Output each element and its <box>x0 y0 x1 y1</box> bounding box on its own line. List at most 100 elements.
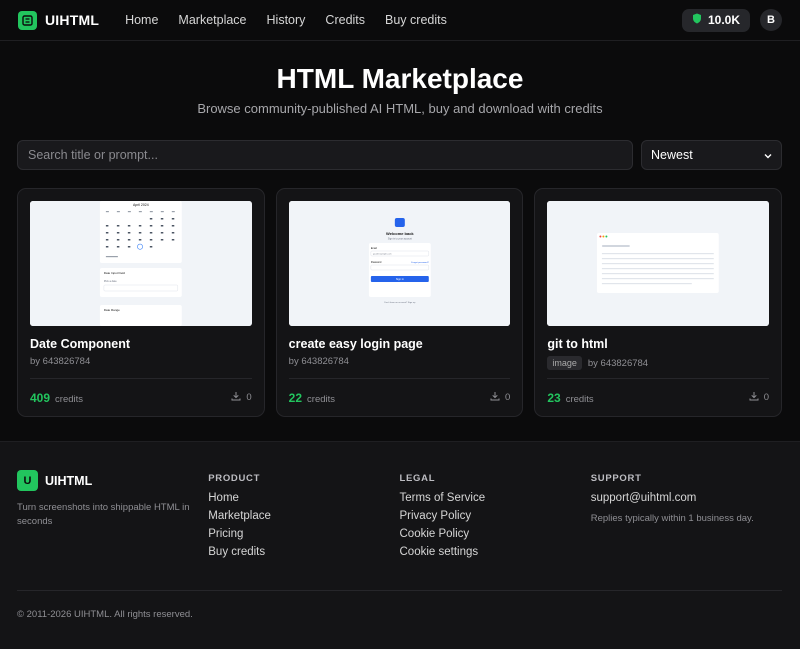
sort-selected: Newest <box>651 148 693 162</box>
marketplace-card[interactable]: Welcome back Sign in to your account Ema… <box>275 188 524 417</box>
logo-icon <box>18 10 37 30</box>
thumb-section2: Date Range <box>104 308 120 312</box>
thumb-email-label: Email <box>371 247 377 250</box>
shield-icon <box>692 13 702 27</box>
thumb-login-heading: Welcome back <box>386 231 414 236</box>
card-title[interactable]: create easy login page <box>289 337 511 351</box>
price-value: 22 <box>288 390 303 405</box>
download-count[interactable]: 0 <box>231 391 252 404</box>
page-subtitle: Browse community-published AI HTML, buy … <box>197 101 603 116</box>
thumb-forgot: Forgot password? <box>411 261 429 264</box>
card-meta: image by 643826784 <box>547 356 769 370</box>
footer-link-cookie-policy[interactable]: Cookie Policy <box>400 528 591 540</box>
card-price: 22 credits <box>289 391 335 405</box>
card-price: 409 credits <box>30 391 83 405</box>
footer-columns: U UIHTML Turn screenshots into shippable… <box>0 442 800 558</box>
footer-copyright: © 2011-2026 UIHTML. All rights reserved. <box>17 590 782 620</box>
sort-select[interactable]: Newest <box>641 140 782 170</box>
nav-link-credits[interactable]: Credits <box>325 13 365 27</box>
brand[interactable]: UIHTML <box>18 10 100 30</box>
footer-support-column: SUPPORT support@uihtml.com Replies typic… <box>591 470 782 558</box>
footer-tagline: Turn screenshots into shippable HTML in … <box>17 502 190 527</box>
thumb-section1-label: Pick a date <box>104 279 117 283</box>
nav-link-history[interactable]: History <box>267 13 306 27</box>
thumb-password-label: Password <box>371 261 382 264</box>
download-number: 0 <box>763 392 770 403</box>
thumb-signin: Sign in <box>396 277 404 281</box>
footer-link-home[interactable]: Home <box>208 492 399 504</box>
marketplace-card[interactable]: git to html image by 643826784 23 credit… <box>534 188 783 417</box>
filter-toolbar: Newest <box>17 140 782 170</box>
svg-text:April 2024: April 2024 <box>133 203 149 207</box>
card-thumbnail <box>547 201 770 326</box>
nav-link-buy-credits[interactable]: Buy credits <box>385 13 447 27</box>
footer-link-pricing[interactable]: Pricing <box>208 528 399 540</box>
footer-heading-support: SUPPORT <box>590 473 642 484</box>
price-value: 23 <box>547 390 561 405</box>
card-thumbnail: Welcome back Sign in to your account Ema… <box>288 201 511 326</box>
footer-heading-legal: LEGAL <box>399 473 436 484</box>
avatar[interactable]: B <box>760 9 782 31</box>
download-icon <box>749 391 759 404</box>
card-footer: 409 credits 0 <box>30 378 252 416</box>
footer-brand-column: U UIHTML Turn screenshots into shippable… <box>17 470 208 558</box>
card-thumbnail: April 2024 Date Input Field Pick a date <box>30 201 252 326</box>
credit-balance[interactable]: 10.0K <box>681 8 750 32</box>
footer-product-links: Home Marketplace Pricing Buy credits <box>208 492 399 558</box>
card-author: by 643826784 <box>587 357 649 369</box>
page-title: HTML Marketplace <box>276 63 524 94</box>
download-count[interactable]: 0 <box>490 391 510 404</box>
nav-link-home[interactable]: Home <box>125 13 158 27</box>
chevron-down-icon <box>764 148 772 162</box>
card-meta: by 643826784 <box>289 356 511 367</box>
thumb-section1: Date Input Field <box>104 271 125 275</box>
site-footer: U UIHTML Turn screenshots into shippable… <box>0 441 800 649</box>
footer-support-note: Replies typically within 1 business day. <box>590 513 754 524</box>
card-footer: 23 credits 0 <box>547 378 770 416</box>
card-price: 23 credits <box>547 391 593 405</box>
marketplace-card[interactable]: April 2024 Date Input Field Pick a date <box>17 188 265 417</box>
card-title[interactable]: git to html <box>547 337 769 351</box>
download-icon <box>231 391 241 404</box>
nav-link-marketplace[interactable]: Marketplace <box>178 13 246 27</box>
credit-amount: 10.0K <box>707 13 740 27</box>
thumb-login-sub: Sign in to your account <box>387 237 411 240</box>
footer-brand[interactable]: U UIHTML <box>17 470 208 491</box>
nav-right: 10.0K B <box>681 8 782 32</box>
brand-name: UIHTML <box>45 12 100 28</box>
card-author: by 643826784 <box>30 356 91 367</box>
download-count[interactable]: 0 <box>749 391 769 404</box>
nav-links: Home Marketplace History Credits Buy cre… <box>125 13 447 27</box>
footer-link-cookie-settings[interactable]: Cookie settings <box>400 546 591 558</box>
marketplace-grid: April 2024 Date Input Field Pick a date <box>17 188 783 417</box>
price-unit: credits <box>55 393 84 405</box>
card-footer: 22 credits 0 <box>288 378 511 416</box>
download-number: 0 <box>246 392 252 403</box>
card-author: by 643826784 <box>288 356 349 367</box>
login-preview-graphic: Welcome back Sign in to your account Ema… <box>288 201 511 326</box>
footer-legal-column: LEGAL Terms of Service Privacy Policy Co… <box>400 470 591 558</box>
download-number: 0 <box>505 392 511 403</box>
card-title[interactable]: Date Component <box>30 337 252 351</box>
footer-link-marketplace[interactable]: Marketplace <box>208 510 399 522</box>
footer-support-links: support@uihtml.com <box>591 492 782 504</box>
footer-link-buy-credits[interactable]: Buy credits <box>208 546 399 558</box>
download-icon <box>490 391 500 404</box>
footer-product-column: PRODUCT Home Marketplace Pricing Buy cre… <box>208 470 399 558</box>
price-unit: credits <box>307 393 336 405</box>
thumb-signup: Don't have an account? Sign up <box>384 301 416 304</box>
hero: HTML Marketplace Browse community-publis… <box>0 41 800 116</box>
footer-link-privacy[interactable]: Privacy Policy <box>400 510 591 522</box>
footer-support-email[interactable]: support@uihtml.com <box>591 492 782 504</box>
search-input[interactable] <box>17 140 633 170</box>
footer-heading-product: PRODUCT <box>208 473 261 484</box>
card-tag: image <box>547 356 582 370</box>
footer-legal-links: Terms of Service Privacy Policy Cookie P… <box>400 492 591 558</box>
footer-logo-icon: U <box>17 470 38 491</box>
top-nav: UIHTML Home Marketplace History Credits … <box>0 0 800 41</box>
document-preview-graphic <box>547 201 770 326</box>
footer-brand-name: UIHTML <box>45 473 93 488</box>
calendar-preview-graphic: April 2024 Date Input Field Pick a date <box>30 201 252 326</box>
thumb-email-value: you@example.com <box>373 254 392 256</box>
footer-link-terms[interactable]: Terms of Service <box>400 492 591 504</box>
